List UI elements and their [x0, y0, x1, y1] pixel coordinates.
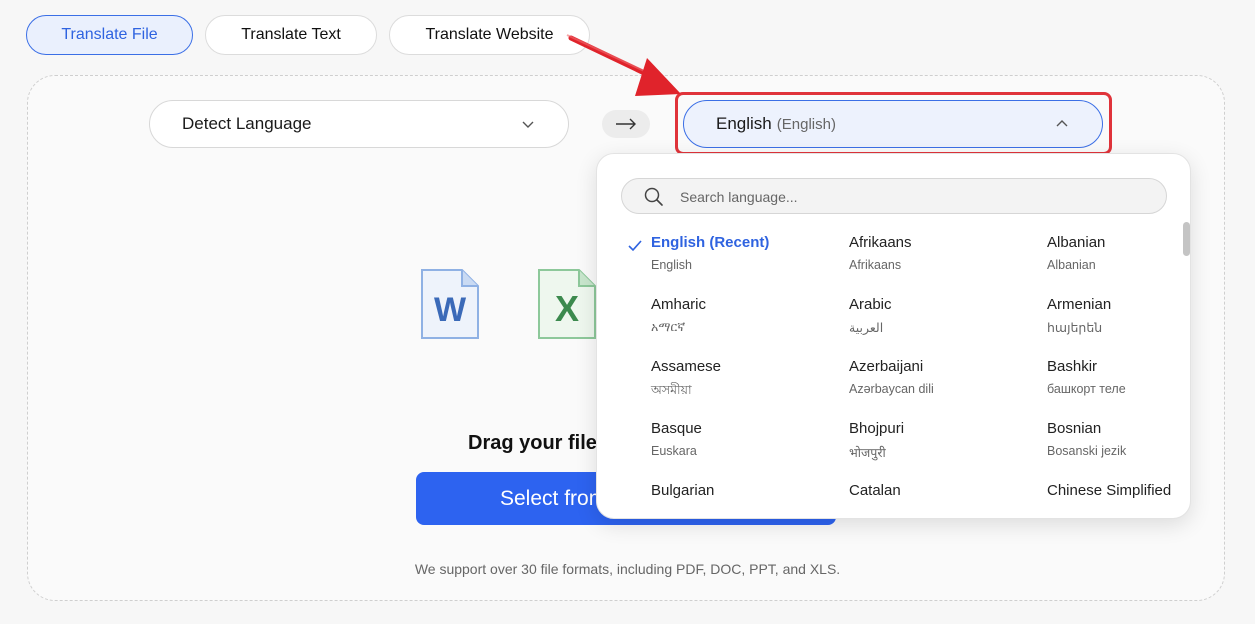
- tab-translate-website[interactable]: Translate Website: [389, 15, 590, 55]
- language-option-bhojpuri[interactable]: Bhojpuri भोजपुरी: [849, 420, 1029, 472]
- supported-formats-text: We support over 30 file formats, includi…: [414, 561, 841, 577]
- target-language-label: English: [716, 114, 772, 133]
- tab-translate-text[interactable]: Translate Text: [205, 15, 377, 55]
- language-option-bashkir[interactable]: Bashkir башкорт теле: [1047, 358, 1177, 410]
- source-language-label: Detect Language: [182, 114, 312, 133]
- language-option-chinese-simplified[interactable]: Chinese Simplified: [1047, 482, 1177, 518]
- check-icon: [628, 240, 642, 252]
- language-option-english[interactable]: English (Recent) English: [628, 234, 831, 286]
- annotation-arrow-icon: [566, 34, 681, 96]
- drag-file-text: Drag your file: [468, 432, 597, 454]
- excel-icon: X: [538, 269, 596, 339]
- language-option-albanian[interactable]: Albanian Albanian: [1047, 234, 1177, 286]
- language-option-basque[interactable]: Basque Euskara: [651, 420, 831, 472]
- language-dropdown: English (Recent) English Afrikaans Afrik…: [596, 153, 1191, 519]
- svg-text:X: X: [555, 288, 579, 329]
- swap-languages-button[interactable]: [602, 110, 650, 138]
- arrow-right-icon: [616, 118, 636, 130]
- language-search-input[interactable]: [678, 179, 1152, 215]
- language-list: English (Recent) English Afrikaans Afrik…: [597, 230, 1177, 518]
- language-option-amharic[interactable]: Amharic አማርኛ: [651, 296, 831, 348]
- dropdown-scrollbar[interactable]: [1183, 222, 1190, 256]
- language-option-bulgarian[interactable]: Bulgarian: [651, 482, 831, 518]
- search-icon: [644, 187, 663, 206]
- tab-translate-file[interactable]: Translate File: [26, 15, 193, 55]
- language-option-bosnian[interactable]: Bosnian Bosanski jezik: [1047, 420, 1177, 472]
- word-icon: W: [421, 269, 479, 339]
- language-option-assamese[interactable]: Assamese অসমীয়া: [651, 358, 831, 410]
- svg-text:W: W: [434, 291, 467, 329]
- language-option-arabic[interactable]: Arabic العربية: [849, 296, 1029, 348]
- language-option-azerbaijani[interactable]: Azerbaijani Azərbaycan dili: [849, 358, 1029, 410]
- chevron-down-icon: [522, 121, 534, 128]
- language-option-catalan[interactable]: Catalan: [849, 482, 1029, 518]
- target-language-select[interactable]: English (English): [683, 100, 1103, 148]
- source-language-select[interactable]: Detect Language: [149, 100, 569, 148]
- chevron-up-icon: [1056, 120, 1068, 127]
- language-option-armenian[interactable]: Armenian հայերեն: [1047, 296, 1177, 348]
- language-search[interactable]: [621, 178, 1167, 215]
- target-language-native: (English): [776, 115, 836, 133]
- language-option-afrikaans[interactable]: Afrikaans Afrikaans: [849, 234, 1029, 286]
